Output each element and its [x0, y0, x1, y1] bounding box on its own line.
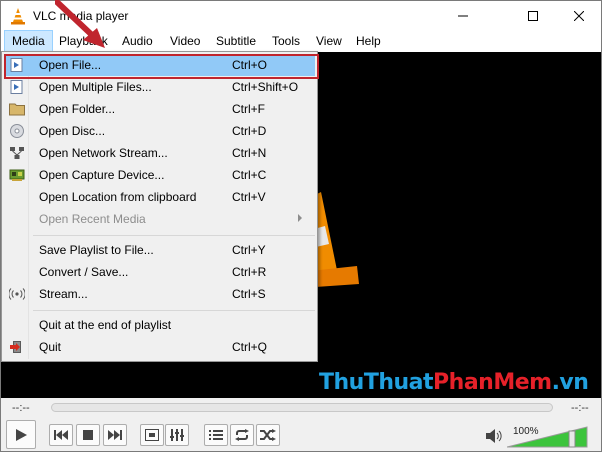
equalizer-icon [170, 429, 184, 441]
play-icon [16, 428, 27, 441]
menu-subtitle[interactable]: Subtitle [209, 30, 263, 52]
folder-icon [9, 103, 25, 116]
annotation-arrow-icon [55, 0, 105, 48]
seek-slider[interactable] [51, 403, 553, 412]
fullscreen-icon [145, 429, 159, 441]
watermark: ThuThuatPhanMem.vn [319, 370, 589, 395]
menu-audio[interactable]: Audio [115, 30, 160, 52]
menu-item-open-capture-device[interactable]: Open Capture Device... Ctrl+C [4, 164, 315, 186]
watermark-part-1: ThuThuat [319, 370, 434, 395]
watermark-part-2: PhanMem [433, 370, 552, 395]
menu-item-stream[interactable]: Stream... Ctrl+S [4, 283, 315, 305]
menu-item-label: Open Multiple Files... [39, 80, 152, 94]
next-icon [108, 430, 122, 440]
close-button[interactable] [557, 1, 601, 31]
quit-icon [10, 341, 21, 353]
menu-item-shortcut: Ctrl+Y [232, 243, 266, 257]
menu-item-open-disc[interactable]: Open Disc... Ctrl+D [4, 120, 315, 142]
media-dropdown-menu: Open File... Ctrl+O Open Multiple Files.… [1, 51, 319, 362]
menu-separator [33, 235, 315, 236]
elapsed-time: --:-- [12, 402, 30, 414]
menu-item-label: Save Playlist to File... [39, 243, 154, 257]
menu-item-label: Open Folder... [39, 102, 116, 116]
minimize-button[interactable] [441, 1, 485, 31]
fullscreen-button[interactable] [140, 424, 164, 446]
loop-icon [235, 429, 249, 441]
playlist-button[interactable] [204, 424, 228, 446]
stop-icon [83, 430, 93, 440]
playlist-icon [209, 430, 223, 440]
menu-tools[interactable]: Tools [265, 30, 307, 52]
menu-view[interactable]: View [309, 30, 349, 52]
controls-bar: 100% [0, 418, 602, 452]
menu-item-open-network-stream[interactable]: Open Network Stream... Ctrl+N [4, 142, 315, 164]
menu-item-open-recent-media[interactable]: Open Recent Media [4, 208, 315, 230]
menu-item-shortcut: Ctrl+S [232, 287, 266, 301]
volume-slider[interactable] [507, 425, 589, 449]
highlight-callout-box [4, 54, 319, 79]
menu-item-label: Quit at the end of playlist [39, 318, 172, 332]
menu-item-label: Stream... [39, 287, 88, 301]
watermark-part-3: .vn [551, 370, 589, 395]
minimize-icon [458, 15, 468, 17]
menu-video[interactable]: Video [163, 30, 207, 52]
speaker-icon[interactable] [486, 429, 502, 443]
close-icon [574, 11, 584, 21]
submenu-arrow-icon [298, 214, 302, 222]
disc-icon [10, 124, 24, 138]
menu-item-shortcut: Ctrl+N [232, 146, 267, 160]
menu-item-label: Open Location from clipboard [39, 190, 197, 204]
previous-icon [54, 430, 68, 440]
menu-item-shortcut: Ctrl+F [232, 102, 265, 116]
shuffle-icon [260, 429, 276, 441]
network-icon [10, 147, 24, 159]
menu-item-label: Open Disc... [39, 124, 106, 138]
menu-item-shortcut: Ctrl+V [232, 190, 266, 204]
maximize-icon [528, 11, 538, 21]
multiple-files-icon [10, 80, 23, 94]
menu-item-quit-at-end[interactable]: Quit at the end of playlist [4, 314, 315, 336]
menu-item-shortcut: Ctrl+C [232, 168, 267, 182]
maximize-button[interactable] [511, 1, 555, 31]
menu-help[interactable]: Help [349, 30, 388, 52]
shuffle-button[interactable] [256, 424, 280, 446]
menu-item-save-playlist[interactable]: Save Playlist to File... Ctrl+Y [4, 239, 315, 261]
loop-button[interactable] [230, 424, 254, 446]
next-button[interactable] [103, 424, 127, 446]
menu-item-open-folder[interactable]: Open Folder... Ctrl+F [4, 98, 315, 120]
menu-item-open-location-clipboard[interactable]: Open Location from clipboard Ctrl+V [4, 186, 315, 208]
menu-item-shortcut: Ctrl+R [232, 265, 267, 279]
play-button[interactable] [6, 420, 36, 449]
seek-bar-row: --:-- --:-- [0, 398, 602, 418]
menu-media[interactable]: Media [4, 30, 53, 52]
menu-item-shortcut: Ctrl+Q [232, 340, 268, 354]
capture-card-icon [9, 169, 25, 181]
stop-button[interactable] [76, 424, 100, 446]
vlc-cone-icon [11, 8, 25, 25]
menu-item-quit[interactable]: Quit Ctrl+Q [4, 336, 315, 358]
menu-item-label: Open Recent Media [39, 212, 146, 226]
remaining-time: --:-- [571, 402, 589, 414]
menu-item-shortcut: Ctrl+D [232, 124, 267, 138]
menu-item-convert-save[interactable]: Convert / Save... Ctrl+R [4, 261, 315, 283]
menu-item-shortcut: Ctrl+Shift+O [232, 80, 299, 94]
menu-separator [33, 310, 315, 311]
menu-item-label: Quit [39, 340, 62, 354]
previous-button[interactable] [49, 424, 73, 446]
stream-icon [9, 288, 25, 300]
menu-item-open-multiple-files[interactable]: Open Multiple Files... Ctrl+Shift+O [4, 76, 315, 98]
menu-item-label: Open Network Stream... [39, 146, 168, 160]
menu-item-label: Convert / Save... [39, 265, 129, 279]
extended-settings-button[interactable] [165, 424, 189, 446]
menu-item-label: Open Capture Device... [39, 168, 165, 182]
